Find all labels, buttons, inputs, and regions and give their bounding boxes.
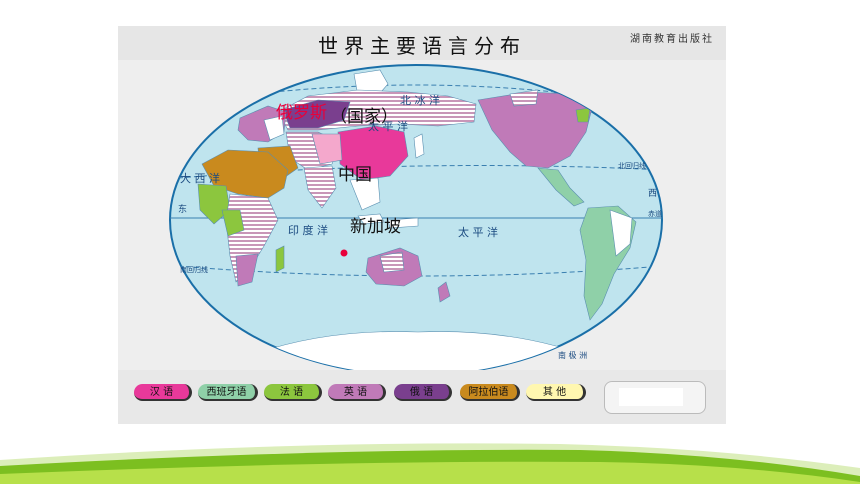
overlay-russia: 俄罗斯 bbox=[276, 103, 327, 123]
map-area: 北 冰 洋 大 西 洋 印 度 洋 太 平 洋 太 平 洋 北回归线 南回归线 … bbox=[118, 60, 726, 376]
label-pacific-south: 太 平 洋 bbox=[458, 225, 498, 239]
legend-item-chinese: 汉 语 bbox=[134, 384, 192, 401]
world-map: 北 冰 洋 大 西 洋 印 度 洋 太 平 洋 太 平 洋 北回归线 南回归线 … bbox=[169, 64, 663, 376]
legend-item-english: 英 语 bbox=[328, 384, 386, 401]
legend-label: 法 语 bbox=[279, 387, 304, 398]
label-indian: 印 度 洋 bbox=[288, 223, 328, 237]
label-tropic-south: 南回归线 bbox=[180, 265, 208, 274]
legend-blank-box bbox=[604, 381, 706, 414]
legend-bar: 汉 语 西班牙语 法 语 英 语 俄 语 阿拉伯语 其 他 bbox=[118, 370, 726, 424]
overlay-country-note: （国家） bbox=[330, 107, 398, 127]
quebec bbox=[575, 107, 591, 123]
label-east: 东 bbox=[178, 203, 187, 215]
decorative-swoosh bbox=[0, 443, 860, 484]
legend-item-other: 其 他 bbox=[526, 384, 586, 401]
overlay-singapore: 新加坡 bbox=[350, 217, 401, 237]
legend-label: 汉 语 bbox=[149, 387, 174, 398]
label-north-ice: 北 冰 洋 bbox=[400, 93, 440, 107]
map-panel: 世界主要语言分布 湖南教育出版社 北 冰 洋 大 西 洋 印 度 洋 太 平 洋… bbox=[118, 26, 726, 424]
legend-item-spanish: 西班牙语 bbox=[198, 384, 258, 401]
legend-label: 俄 语 bbox=[409, 387, 434, 398]
legend-item-french: 法 语 bbox=[264, 384, 322, 401]
label-equator: 赤道 bbox=[648, 209, 662, 218]
overlay-china: 中国 bbox=[338, 165, 372, 185]
label-antarctica: 南 极 洲 bbox=[558, 350, 587, 360]
legend-blank-inner bbox=[619, 388, 683, 406]
legend-item-arabic: 阿拉伯语 bbox=[460, 384, 520, 401]
title-bar: 世界主要语言分布 湖南教育出版社 bbox=[118, 26, 726, 60]
label-tropic-north: 北回归线 bbox=[618, 161, 646, 170]
legend-label: 阿拉伯语 bbox=[468, 387, 509, 398]
publisher-label: 湖南教育出版社 bbox=[630, 34, 714, 45]
label-atlantic: 大 西 洋 bbox=[180, 171, 220, 185]
japan bbox=[413, 133, 425, 159]
legend-label: 西班牙语 bbox=[206, 387, 247, 398]
label-west: 西 bbox=[648, 188, 657, 199]
legend-label: 其 他 bbox=[542, 387, 567, 398]
legend-item-russian: 俄 语 bbox=[394, 384, 452, 401]
singapore-dot bbox=[340, 249, 348, 257]
madagascar bbox=[275, 245, 285, 273]
legend-label: 英 语 bbox=[343, 387, 368, 398]
